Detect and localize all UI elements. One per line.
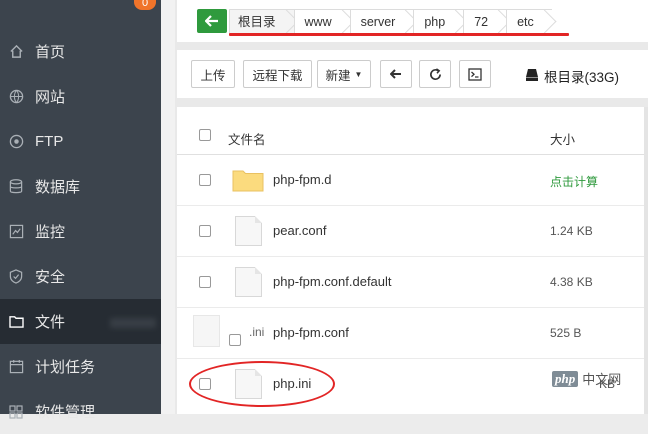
sidebar-item-label: 文件 bbox=[35, 314, 66, 331]
table-row[interactable]: pear.conf 1.24 KB bbox=[177, 206, 648, 257]
toolbar: 上传 远程下载 新建 ▼ 根目录(33G) bbox=[177, 50, 648, 98]
file-name[interactable]: php-fpm.d bbox=[273, 172, 332, 187]
table-row[interactable]: php-fpm.conf.default 4.38 KB bbox=[177, 257, 648, 308]
globe-icon bbox=[8, 89, 24, 105]
sidebar-item-cron[interactable]: 计划任务 bbox=[0, 344, 161, 389]
disk-info[interactable]: 根目录(33G) bbox=[525, 66, 619, 86]
drag-ghost-file-icon bbox=[193, 315, 220, 347]
annotation-underline bbox=[229, 33, 569, 36]
back-button[interactable] bbox=[197, 9, 227, 33]
annotation-circle bbox=[189, 361, 335, 407]
sidebar-item-security[interactable]: 安全 bbox=[0, 254, 161, 299]
remote-download-button[interactable]: 远程下载 bbox=[243, 60, 312, 88]
table-row[interactable]: php-fpm.conf 525 B bbox=[177, 308, 648, 359]
folder-icon bbox=[232, 170, 264, 192]
row-checkbox[interactable] bbox=[199, 225, 211, 237]
sidebar-item-label: 安全 bbox=[35, 269, 66, 286]
column-header-size[interactable]: 大小 bbox=[550, 129, 575, 148]
row-checkbox[interactable] bbox=[199, 174, 211, 186]
sidebar-item-label: 计划任务 bbox=[35, 359, 96, 376]
sidebar-item-label: 网站 bbox=[35, 89, 66, 106]
sidebar-scrollbar[interactable] bbox=[161, 0, 175, 414]
watermark: php 中文网 bbox=[552, 369, 621, 388]
breadcrumb-item[interactable]: 72 bbox=[463, 9, 507, 35]
file-icon bbox=[235, 216, 262, 246]
sidebar-item-label: 监控 bbox=[35, 224, 66, 241]
column-header-name[interactable]: 文件名 bbox=[228, 129, 266, 148]
breadcrumb-item[interactable]: php bbox=[413, 9, 464, 35]
sidebar-item-label: 首页 bbox=[35, 44, 66, 61]
sidebar-item-software[interactable]: 软件管理 bbox=[0, 389, 161, 434]
breadcrumb-item[interactable]: www bbox=[293, 9, 350, 35]
folder-icon bbox=[8, 314, 24, 330]
file-size: 4.38 KB bbox=[550, 275, 593, 289]
watermark-logo: php bbox=[552, 370, 579, 387]
table-header: 文件名 大小 bbox=[177, 107, 648, 155]
blur-artifact bbox=[110, 318, 156, 328]
sidebar-item-monitor[interactable]: 监控 bbox=[0, 209, 161, 254]
terminal-icon bbox=[468, 67, 482, 81]
file-icon bbox=[235, 267, 262, 297]
refresh-button[interactable] bbox=[419, 60, 451, 88]
hard-drive-icon bbox=[525, 68, 539, 85]
calendar-icon bbox=[8, 359, 24, 375]
file-size: 1.24 KB bbox=[550, 224, 593, 238]
database-icon bbox=[8, 179, 24, 195]
refresh-icon bbox=[429, 67, 441, 80]
terminal-button[interactable] bbox=[459, 60, 491, 88]
arrow-left-icon bbox=[390, 69, 401, 79]
table-row[interactable]: php-fpm.d 点击计算 bbox=[177, 155, 648, 206]
sidebar-item-label: FTP bbox=[35, 133, 64, 150]
calc-size-link[interactable]: 点击计算 bbox=[550, 173, 598, 190]
back-dir-button[interactable] bbox=[380, 60, 412, 88]
sidebar-item-website[interactable]: 网站 bbox=[0, 74, 161, 119]
sidebar-item-ftp[interactable]: FTP bbox=[0, 119, 161, 164]
file-name[interactable]: pear.conf bbox=[273, 223, 327, 238]
shield-icon bbox=[8, 269, 24, 285]
breadcrumb-item[interactable]: server bbox=[349, 9, 414, 35]
new-button-label: 新建 bbox=[325, 68, 351, 83]
watermark-text: 中文网 bbox=[582, 372, 622, 387]
sidebar-item-label: 数据库 bbox=[35, 179, 81, 196]
home-icon bbox=[8, 44, 24, 60]
arrow-left-icon bbox=[205, 15, 218, 27]
disk-label: 根目录(33G) bbox=[544, 70, 620, 85]
upload-button[interactable]: 上传 bbox=[191, 60, 235, 88]
notification-badge[interactable]: 0 bbox=[134, 0, 156, 10]
main-scrollbar[interactable] bbox=[644, 107, 648, 414]
sidebar-item-label: 软件管理 bbox=[35, 404, 96, 421]
breadcrumb-item[interactable]: 根目录 bbox=[229, 9, 294, 35]
file-name[interactable]: php-fpm.conf.default bbox=[273, 274, 392, 289]
select-all-checkbox[interactable] bbox=[199, 129, 211, 141]
row-checkbox[interactable] bbox=[229, 334, 241, 346]
apps-icon bbox=[8, 404, 24, 420]
monitor-icon bbox=[8, 224, 24, 240]
breadcrumb: 根目录 www server php 72 etc bbox=[229, 9, 552, 35]
path-bar: 根目录 www server php 72 etc bbox=[177, 0, 648, 42]
sidebar: 0 首页 网站 FTP 数据库 监控 安全 文件 计划任务 软件管理 bbox=[0, 0, 161, 421]
caret-down-icon: ▼ bbox=[354, 69, 363, 79]
file-name[interactable]: php-fpm.conf bbox=[273, 325, 349, 340]
file-manager: 根目录 www server php 72 etc 上传 远程下载 新建 ▼ 根… bbox=[175, 0, 648, 414]
new-dropdown-button[interactable]: 新建 ▼ bbox=[317, 60, 371, 88]
drag-ghost-label: .ini bbox=[249, 325, 265, 339]
sidebar-item-home[interactable]: 首页 bbox=[0, 29, 161, 74]
file-size: 525 B bbox=[550, 326, 582, 340]
sidebar-item-database[interactable]: 数据库 bbox=[0, 164, 161, 209]
breadcrumb-item[interactable]: etc bbox=[506, 9, 552, 35]
ftp-icon bbox=[8, 134, 24, 150]
row-checkbox[interactable] bbox=[199, 276, 211, 288]
